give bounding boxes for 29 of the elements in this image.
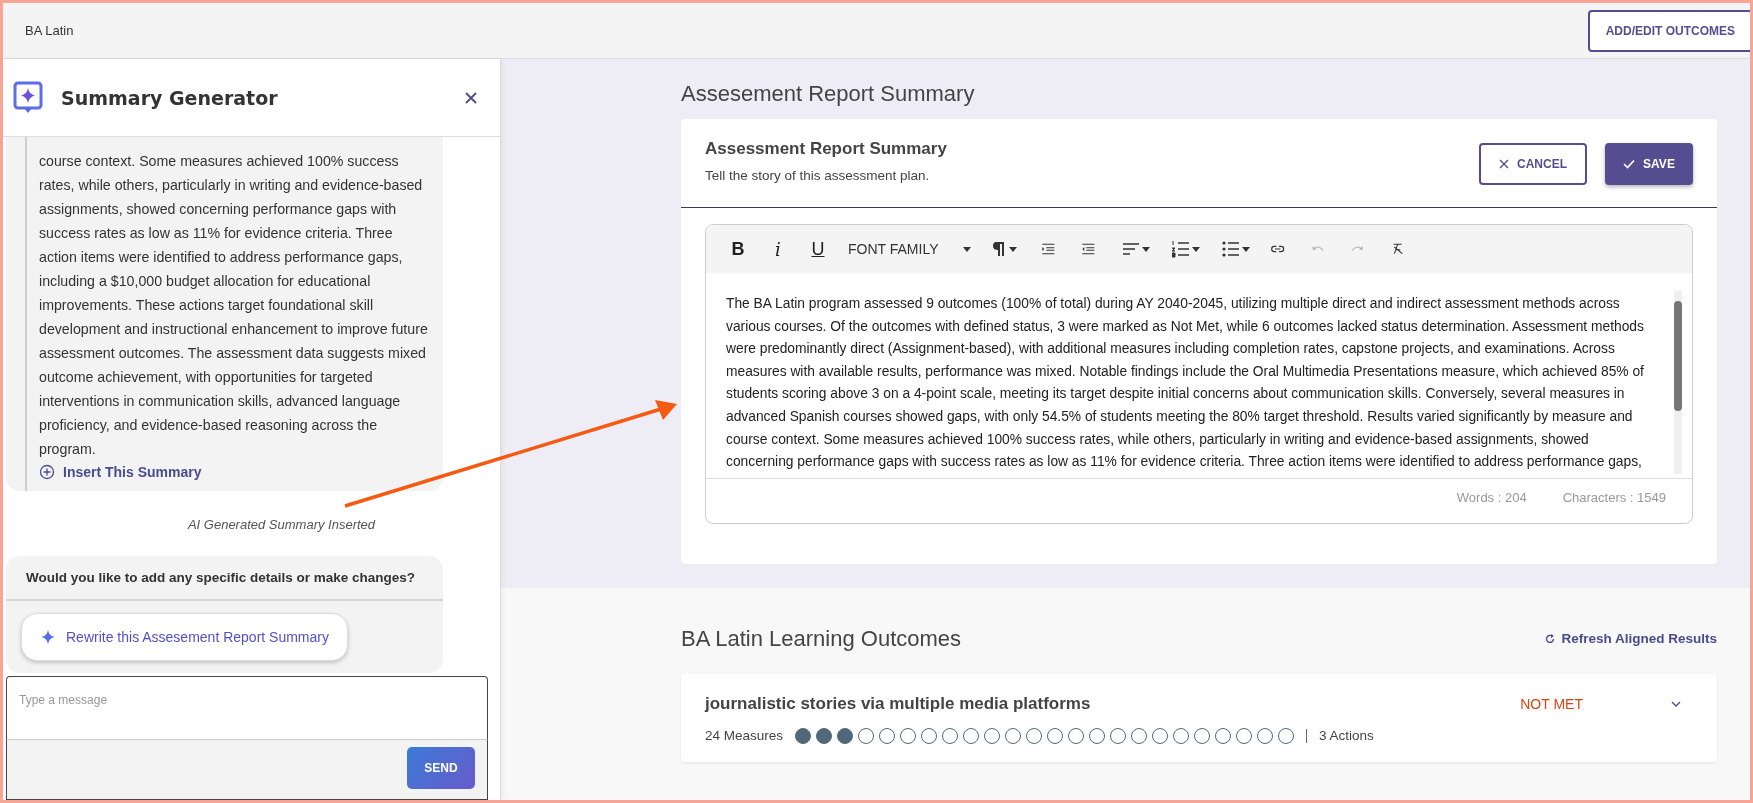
save-button[interactable]: SAVE [1605,143,1693,185]
outcome-title: journalistic stories via multiple media platforms [705,693,1092,714]
section-title: BA Latin Learning Outcomes [681,625,962,652]
bold-button[interactable]: B [728,238,748,260]
italic-button[interactable]: i [768,238,788,260]
outcome-status: NOT MET [1520,695,1583,712]
underline-button[interactable]: U [808,238,828,260]
outcome-card[interactable]: journalistic stories via multiple media platforms NOT MET 24 Measures 3 Actions [681,673,1717,762]
cancel-button[interactable]: CANCEL [1479,143,1587,185]
program-title: BA Latin [25,23,74,38]
actions-count: 3 Actions [1319,728,1374,744]
font-family-dropdown[interactable]: FONT FAMILY [848,241,971,257]
summary-body-text[interactable]: The BA Latin program assessed 9 outcomes (100% of total) during AY 2040-2045, utilizing multiple direct and indirect assessment methods across various courses. Of the outcomes with defined status, 3 were marked as Not Met, while 6 outcomes lacked status determination. Assessment methods were predominantly direct (Assignment-based), with additional measures including completion rates, capstone projects, and examinations. Across measures with available results, performance was mixed. Notable findings include the Oral Multimedia Presentations measure, which achieved 85% of students scoring above 3 on a 4-point scale, meeting its target despite initial concerns about communication skills. Conversely, several measures in advanced Spanish courses showed gaps, with only 54.5% of students meeting the 80% target threshold. Results varied significantly by measure and course context. Some measures achieved 100% success rates, while others, particularly in writing and evidence-based assignments, showed concerning performance gaps with success rates as low as 11% for evidence criteria. Three action items were identified to address performance gaps, [726,293,1662,474]
add-edit-outcomes-button[interactable]: ADD/EDIT OUTCOMES [1587,9,1750,52]
measures-count: 24 Measures [705,728,784,744]
message-input[interactable]: Type a message [6,676,488,740]
send-button[interactable]: SEND [407,747,475,789]
summary-text: course context. Some measures achieved 100% success rates, while others, particularly in writing and evidence-based assignments, showed concerning performance gaps with success rates as low as 11% for evidence criteria. Three action items were identified to address performance gaps, including a $10,000 budget allocation for educational improvements. These actions target foundational skill development and instructional enhancement to improve future assessment outcomes. The assessment data suggests mixed outcome achievement, with opportunities for targeted interventions in communication skills, advanced language proficiency, and evidence-based reasoning across the program. [39,152,429,459]
card-title: Assessment Report Summary [705,139,947,159]
card-subtitle: Tell the story of this assessment plan. [705,168,931,183]
section-title: Assesement Report Summary [681,81,976,107]
word-count: Words : 204 [1456,489,1527,505]
status-message: AI Generated Summary Inserted [186,517,377,532]
rewrite-summary-button[interactable]: Rewrite this Assesement Report Summary [21,613,348,661]
refresh-results-link[interactable]: Refresh Aligned Results [1545,631,1717,647]
character-count: Characters : 1549 [1562,489,1666,505]
insert-summary-link[interactable]: Insert This Summary [39,461,202,483]
panel-title: Summary Generator [61,86,279,109]
question-text: Would you like to add any specific details or make changes? [6,556,443,601]
